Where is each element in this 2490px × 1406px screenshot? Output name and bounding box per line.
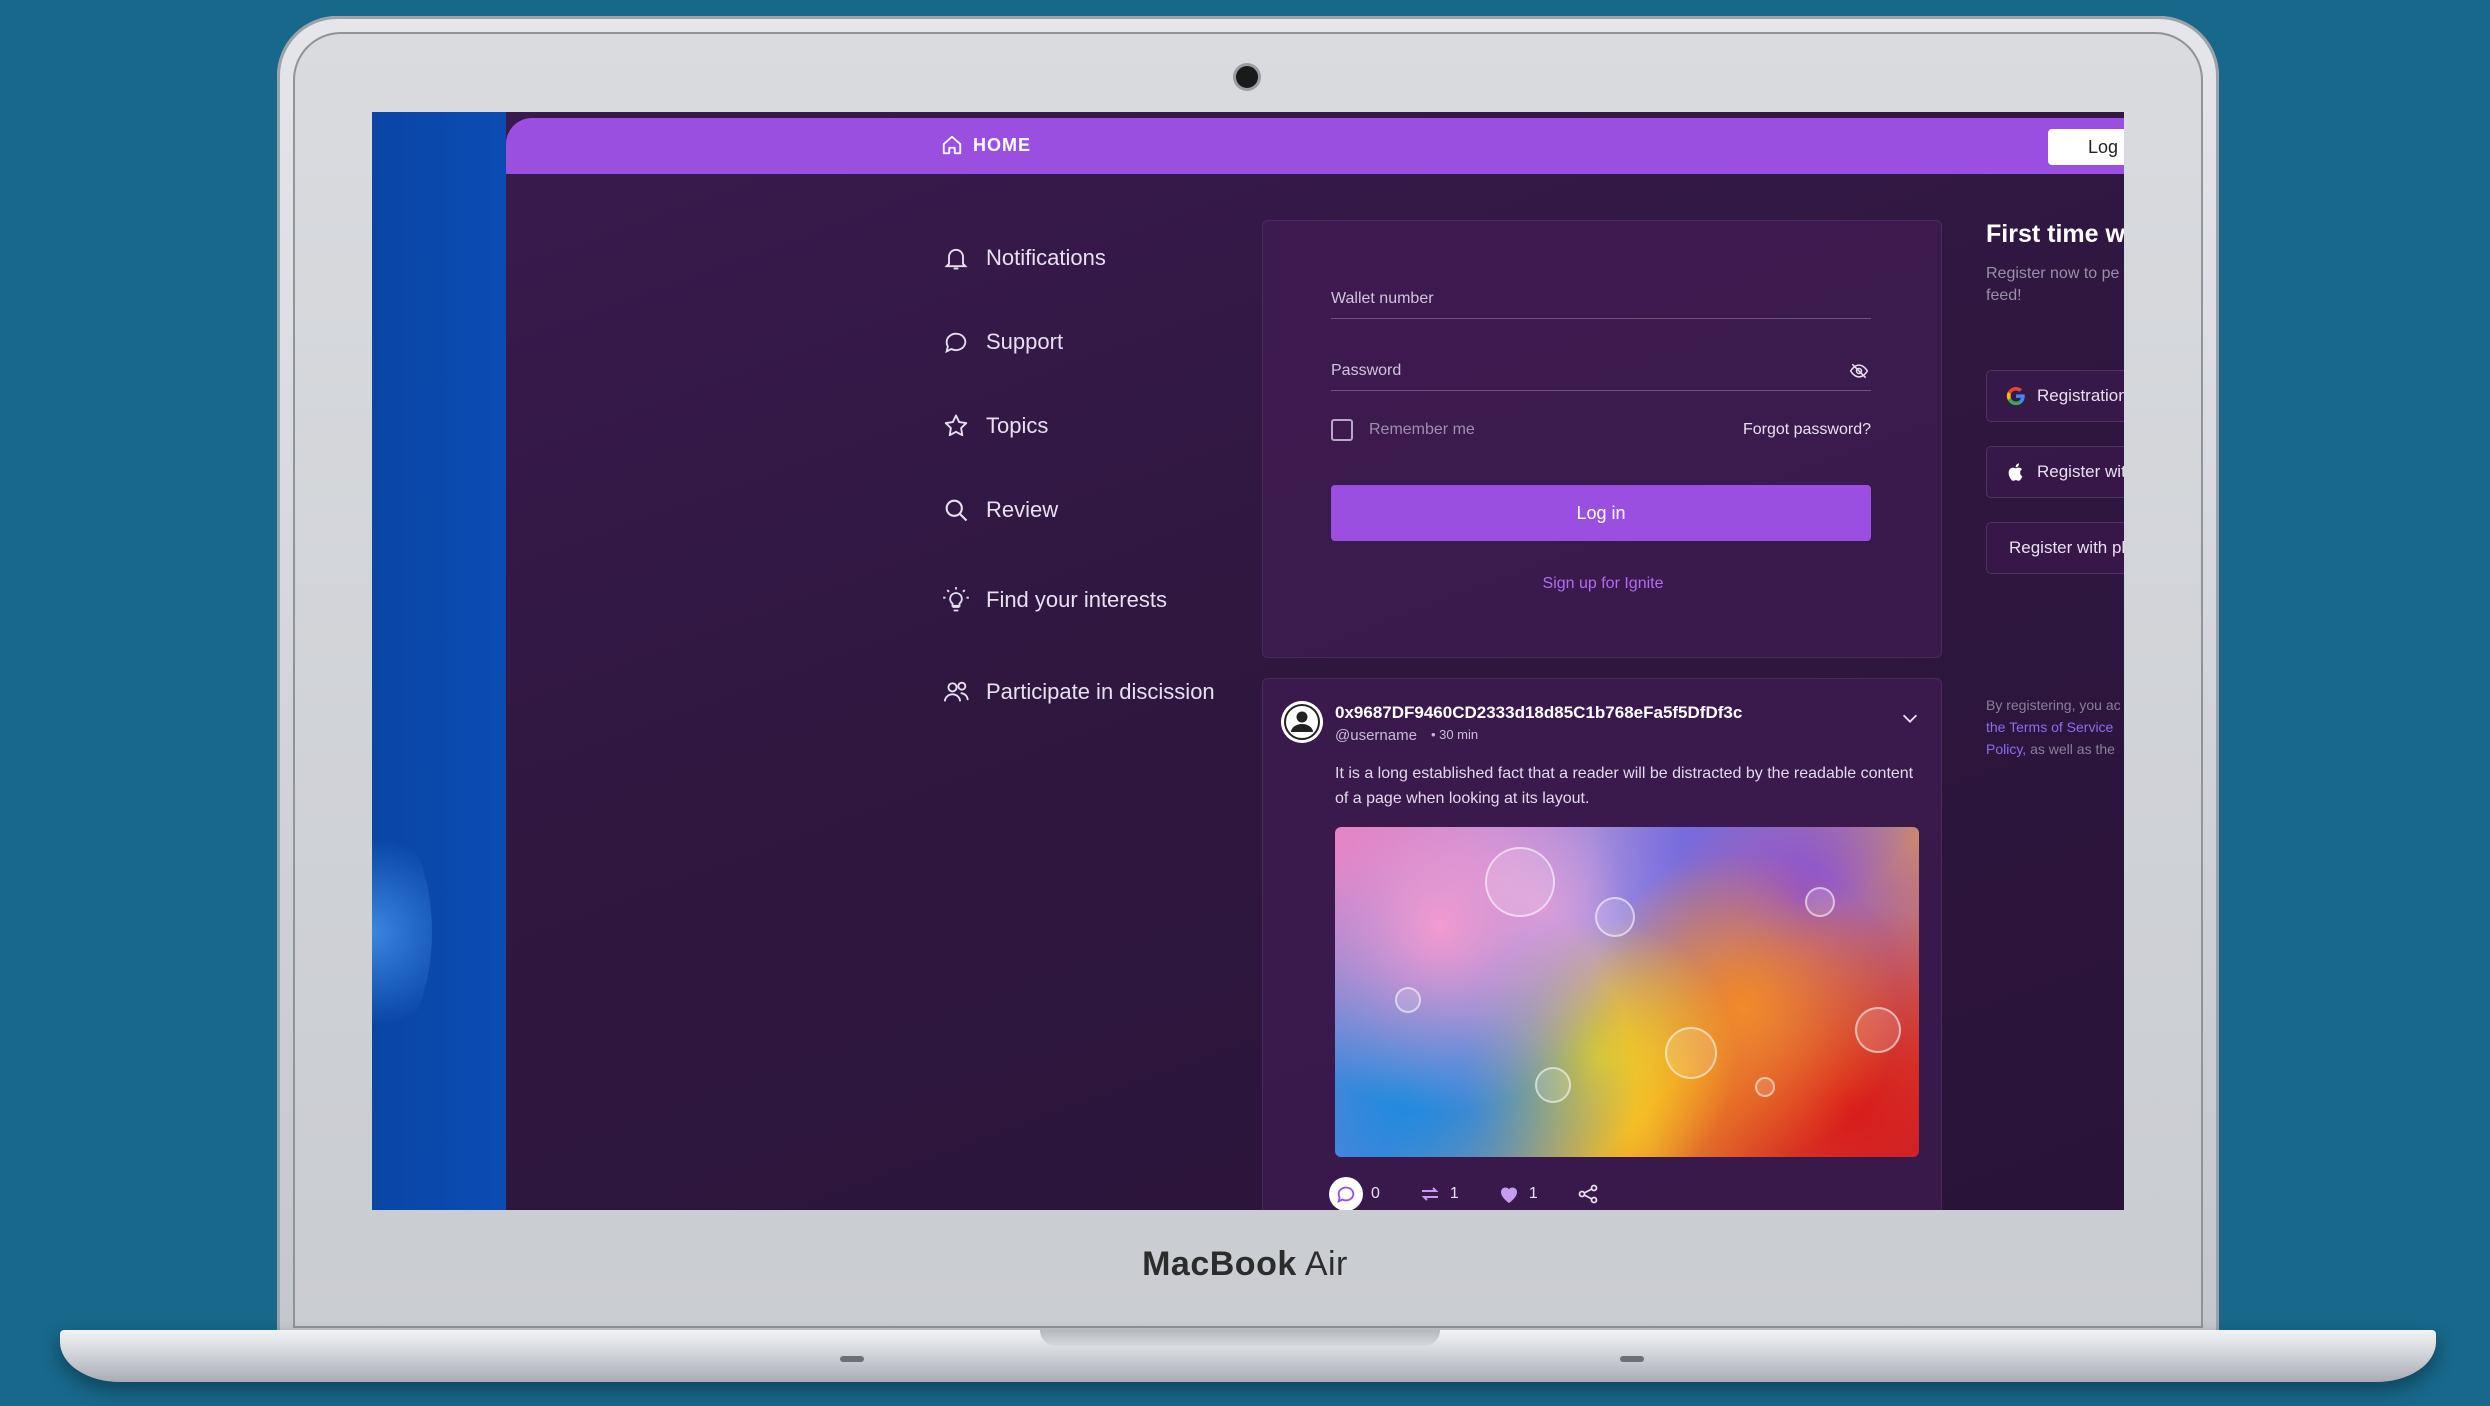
- sidebar-item-label: Notifications: [986, 245, 1106, 270]
- home-label: HOME: [973, 134, 1031, 155]
- sidebar-item-notifications[interactable]: Notifications: [942, 244, 1106, 272]
- post-text: It is a long established fact that a rea…: [1335, 765, 1914, 807]
- wallet-field-wrapper: [1331, 279, 1871, 319]
- forgot-password-link[interactable]: Forgot password?: [1743, 421, 1871, 439]
- desktop-background: [372, 112, 506, 1210]
- post-actions: 0 1 1: [1329, 1177, 1638, 1210]
- policy-link[interactable]: Policy,: [1986, 741, 2026, 757]
- repost-icon: [1421, 1187, 1439, 1201]
- remember-me-label: Remember me: [1369, 421, 1475, 438]
- top-bar: HOME Log: [506, 118, 2124, 174]
- phone-register-label: Register with ph: [2009, 538, 2124, 557]
- apple-icon: [2008, 463, 2023, 481]
- login-form: Remember me Forgot password? Log in Sign…: [1262, 220, 1942, 658]
- post-card: 0x9687DF9460CD2333d18d85C1b768eFa5f5DfDf…: [1262, 678, 1942, 1210]
- search-icon: [945, 499, 968, 522]
- login-button[interactable]: Log in: [1331, 485, 1871, 541]
- eye-off-icon[interactable]: [1849, 361, 1869, 381]
- laptop-notch: [1040, 1330, 1440, 1346]
- users-icon: [943, 681, 969, 702]
- chevron-down-icon[interactable]: [1899, 707, 1921, 729]
- post-author-address[interactable]: 0x9687DF9460CD2333d18d85C1b768eFa5f5DfDf…: [1335, 703, 1742, 723]
- password-input[interactable]: [1331, 351, 1871, 390]
- apple-register-button[interactable]: Register with: [1986, 446, 2124, 498]
- post-image[interactable]: [1335, 827, 1919, 1157]
- sidebar-item-review[interactable]: Review: [942, 496, 1058, 524]
- sidebar-item-topics[interactable]: Topics: [942, 412, 1048, 440]
- sidebar-item-label: Participate in discission: [986, 679, 1215, 704]
- lightbulb-icon: [943, 587, 969, 612]
- chat-bubble-icon: [945, 332, 967, 354]
- laptop-foot: [840, 1356, 864, 1362]
- google-icon: [2006, 386, 2025, 406]
- register-subtitle: Register now to pe your feed!: [1986, 265, 2124, 304]
- sidebar-item-label: Review: [986, 497, 1059, 522]
- user-icon: [1281, 701, 1323, 743]
- screen: HOME Log Notifications Support Topics Re…: [372, 112, 2124, 1210]
- google-register-button[interactable]: Registration: [1986, 370, 2124, 422]
- post-meta: @username • 30 min: [1335, 727, 1478, 744]
- apple-register-label: Register with: [2037, 462, 2124, 481]
- sidebar-item-label: Support: [986, 329, 1064, 354]
- password-field-wrapper: [1331, 351, 1871, 391]
- home-icon: [942, 135, 962, 155]
- bell-icon: [944, 248, 968, 270]
- legal-text: By registering, you ac the Terms of Serv…: [1986, 697, 2121, 757]
- comment-button[interactable]: 0: [1329, 1177, 1380, 1210]
- like-button[interactable]: 1: [1497, 1182, 1538, 1206]
- register-title: First time wi: [1986, 220, 2124, 248]
- like-count: 1: [1528, 1185, 1538, 1202]
- topbar-login-button[interactable]: Log: [2048, 129, 2124, 165]
- sidebar-item-discussion[interactable]: Participate in discission: [942, 678, 1215, 706]
- phone-register-button[interactable]: Register with ph: [1986, 522, 2124, 574]
- post-time: • 30 min: [1430, 727, 1479, 742]
- post-username[interactable]: @username: [1335, 727, 1417, 744]
- sidebar-item-support[interactable]: Support: [942, 328, 1063, 356]
- webcam-icon: [1236, 66, 1258, 88]
- share-button[interactable]: [1576, 1182, 1600, 1206]
- comment-icon: [1337, 1186, 1355, 1204]
- remember-me: Remember me: [1331, 419, 1475, 441]
- repost-count: 1: [1449, 1185, 1459, 1202]
- share-icon: [1578, 1184, 1598, 1204]
- google-register-label: Registration: [2037, 386, 2124, 405]
- laptop-foot: [1620, 1356, 1644, 1362]
- signup-link[interactable]: Sign up for Ignite: [1263, 575, 1943, 593]
- repost-button[interactable]: 1: [1418, 1182, 1459, 1206]
- comment-count: 0: [1371, 1185, 1380, 1202]
- sidebar-item-label: Topics: [986, 413, 1049, 438]
- terms-link[interactable]: the Terms of Service: [1986, 719, 2113, 735]
- heart-icon: [1500, 1187, 1517, 1203]
- wallet-number-input[interactable]: [1331, 279, 1871, 318]
- star-icon: [944, 414, 968, 437]
- remember-me-checkbox[interactable]: [1331, 419, 1353, 441]
- sidebar-item-label: Find your interests: [986, 587, 1167, 612]
- app-window: HOME Log Notifications Support Topics Re…: [506, 112, 2124, 1210]
- avatar[interactable]: [1281, 701, 1323, 743]
- sidebar-item-interests[interactable]: Find your interests: [942, 586, 1167, 614]
- home-link[interactable]: HOME: [941, 134, 1031, 156]
- device-label: MacBook Air: [1142, 1245, 1348, 1283]
- register-panel: First time wi Register now to pe your fe…: [1986, 220, 2124, 757]
